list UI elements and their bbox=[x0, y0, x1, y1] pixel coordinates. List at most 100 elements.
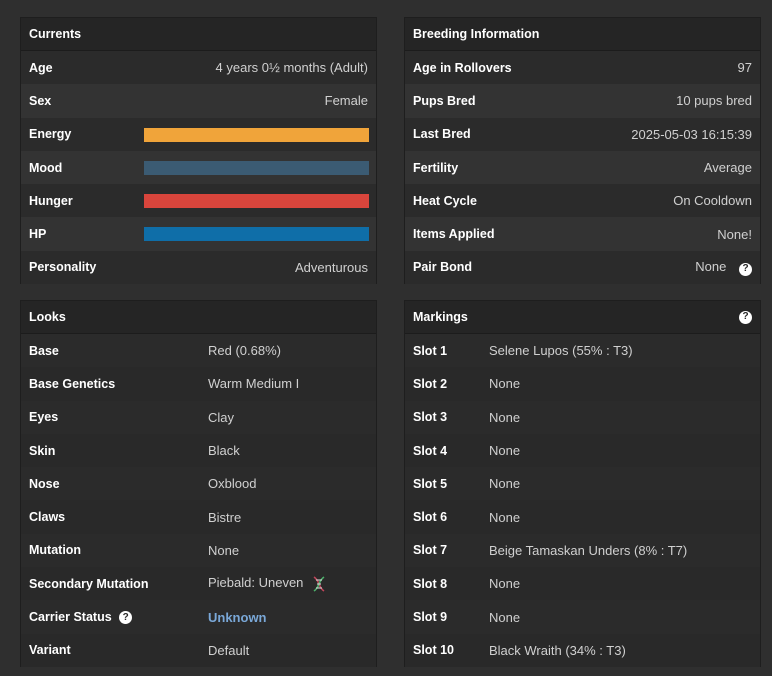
slot-label: Slot 2 bbox=[413, 376, 448, 391]
question-circle-icon[interactable]: ? bbox=[119, 611, 133, 625]
pups-row: Pups Bred 10 pups bred bbox=[405, 84, 760, 118]
personality-value: Adventurous bbox=[295, 259, 368, 275]
looks-title: Looks bbox=[29, 310, 66, 324]
age-row: Age 4 years 0½ months (Adult) bbox=[21, 51, 376, 85]
marking-slot-row: Slot 10 Black Wraith (34% : T3) bbox=[405, 633, 760, 667]
slot-value: None bbox=[489, 609, 521, 625]
personality-label: Personality bbox=[29, 260, 97, 275]
looks-label: Secondary Mutation bbox=[29, 576, 149, 591]
slot-label: Slot 5 bbox=[413, 476, 448, 491]
rollovers-row: Age in Rollovers 97 bbox=[405, 51, 760, 85]
age-label: Age bbox=[29, 60, 53, 75]
last-bred-row: Last Bred 2025-05-03 16:15:39 bbox=[405, 117, 760, 151]
pair-bond-row: Pair Bond None ? bbox=[405, 250, 760, 285]
rollovers-label: Age in Rollovers bbox=[413, 60, 512, 75]
items-applied-label: Items Applied bbox=[413, 227, 495, 242]
breeding-panel: Breeding Information Age in Rollovers 97… bbox=[404, 17, 761, 285]
age-value: 4 years 0½ months (Adult) bbox=[215, 60, 368, 76]
looks-row: Claws Bistre bbox=[21, 500, 376, 534]
last-bred-value: 2025-05-03 16:15:39 bbox=[631, 126, 752, 142]
heat-cycle-value: On Cooldown bbox=[673, 193, 752, 209]
mood-row: Mood bbox=[21, 150, 376, 185]
personality-row: Personality Adventurous bbox=[21, 250, 376, 285]
dna-icon bbox=[313, 576, 325, 592]
marking-slot-row: Slot 5 None bbox=[405, 467, 760, 501]
looks-label: Variant bbox=[29, 643, 71, 658]
looks-label: Base bbox=[29, 343, 59, 358]
heat-cycle-row: Heat Cycle On Cooldown bbox=[405, 184, 760, 218]
looks-panel: Looks Base Red (0.68%) Base Genetics War… bbox=[20, 300, 377, 667]
hp-bar bbox=[144, 227, 369, 242]
slot-value: None bbox=[489, 509, 521, 525]
fertility-row: Fertility Average bbox=[405, 150, 760, 185]
marking-slot-row: Slot 1 Selene Lupos (55% : T3) bbox=[405, 334, 760, 368]
looks-header: Looks bbox=[21, 301, 376, 334]
slot-value: None bbox=[489, 443, 521, 459]
carrier-status-label: Carrier Status bbox=[29, 609, 112, 624]
pups-value: 10 pups bred bbox=[676, 93, 752, 109]
marking-slot-row: Slot 4 None bbox=[405, 433, 760, 468]
looks-label: Carrier Status ? bbox=[29, 609, 133, 625]
markings-title: Markings bbox=[413, 310, 468, 324]
sex-label: Sex bbox=[29, 93, 52, 108]
slot-value: None bbox=[489, 376, 521, 392]
slot-label: Slot 3 bbox=[413, 410, 448, 425]
slot-label: Slot 8 bbox=[413, 576, 448, 591]
marking-slot-row: Slot 8 None bbox=[405, 567, 760, 601]
energy-bar bbox=[144, 127, 369, 142]
slot-label: Slot 10 bbox=[413, 643, 454, 658]
pair-bond-value: None ? bbox=[695, 259, 752, 276]
hunger-row: Hunger bbox=[21, 184, 376, 218]
currents-header: Currents bbox=[21, 18, 376, 51]
slot-value: Selene Lupos (55% : T3) bbox=[489, 343, 633, 359]
slot-value: Beige Tamaskan Unders (8% : T7) bbox=[489, 542, 688, 558]
looks-value: Default bbox=[208, 642, 250, 658]
last-bred-label: Last Bred bbox=[413, 127, 471, 142]
looks-label: Mutation bbox=[29, 543, 82, 558]
marking-slot-row: Slot 7 Beige Tamaskan Unders (8% : T7) bbox=[405, 533, 760, 568]
looks-row: Variant Default bbox=[21, 633, 376, 667]
looks-row: Nose Oxblood bbox=[21, 467, 376, 501]
looks-row: Skin Black bbox=[21, 433, 376, 468]
slot-label: Slot 4 bbox=[413, 443, 448, 458]
markings-panel: Markings ? Slot 1 Selene Lupos (55% : T3… bbox=[404, 300, 761, 667]
slot-value: Black Wraith (34% : T3) bbox=[489, 642, 626, 658]
rollovers-value: 97 bbox=[737, 60, 752, 76]
pair-bond-label: Pair Bond bbox=[413, 260, 473, 275]
fertility-label: Fertility bbox=[413, 160, 459, 175]
looks-value: None bbox=[208, 542, 240, 558]
items-applied-row: Items Applied None! bbox=[405, 217, 760, 251]
hunger-label: Hunger bbox=[29, 193, 73, 208]
breeding-title: Breeding Information bbox=[413, 27, 540, 41]
question-circle-icon[interactable]: ? bbox=[739, 310, 752, 324]
looks-value-wrap: Piebald: Uneven bbox=[208, 575, 327, 592]
looks-label: Base Genetics bbox=[29, 376, 116, 391]
hp-row: HP bbox=[21, 217, 376, 251]
currents-panel: Currents Age 4 years 0½ months (Adult) S… bbox=[20, 17, 377, 285]
items-applied-value: None! bbox=[717, 226, 752, 242]
looks-row: Secondary Mutation Piebald: Uneven bbox=[21, 567, 376, 601]
looks-value: Bistre bbox=[208, 509, 242, 525]
mood-label: Mood bbox=[29, 160, 63, 175]
fertility-value: Average bbox=[703, 160, 752, 176]
sex-row: Sex Female bbox=[21, 84, 376, 118]
question-circle-icon[interactable]: ? bbox=[739, 262, 752, 276]
looks-value: Oxblood bbox=[208, 476, 257, 492]
sex-value: Female bbox=[324, 93, 368, 109]
slot-value: None bbox=[489, 409, 521, 425]
slot-value: None bbox=[489, 576, 521, 592]
energy-label: Energy bbox=[29, 127, 72, 142]
currents-title: Currents bbox=[29, 27, 82, 41]
carrier-status-link[interactable]: Unknown bbox=[208, 610, 267, 625]
mood-bar bbox=[144, 160, 369, 175]
looks-value: Red (0.68%) bbox=[208, 343, 281, 359]
looks-value: Clay bbox=[208, 409, 235, 425]
looks-value: Warm Medium I bbox=[208, 376, 300, 392]
looks-row: Eyes Clay bbox=[21, 400, 376, 434]
pups-label: Pups Bred bbox=[413, 93, 476, 108]
hp-label: HP bbox=[29, 227, 47, 242]
looks-value: Black bbox=[208, 443, 240, 459]
looks-row: Base Red (0.68%) bbox=[21, 334, 376, 368]
looks-row: Carrier Status ? Unknown bbox=[21, 600, 376, 634]
markings-header: Markings ? bbox=[405, 301, 760, 334]
